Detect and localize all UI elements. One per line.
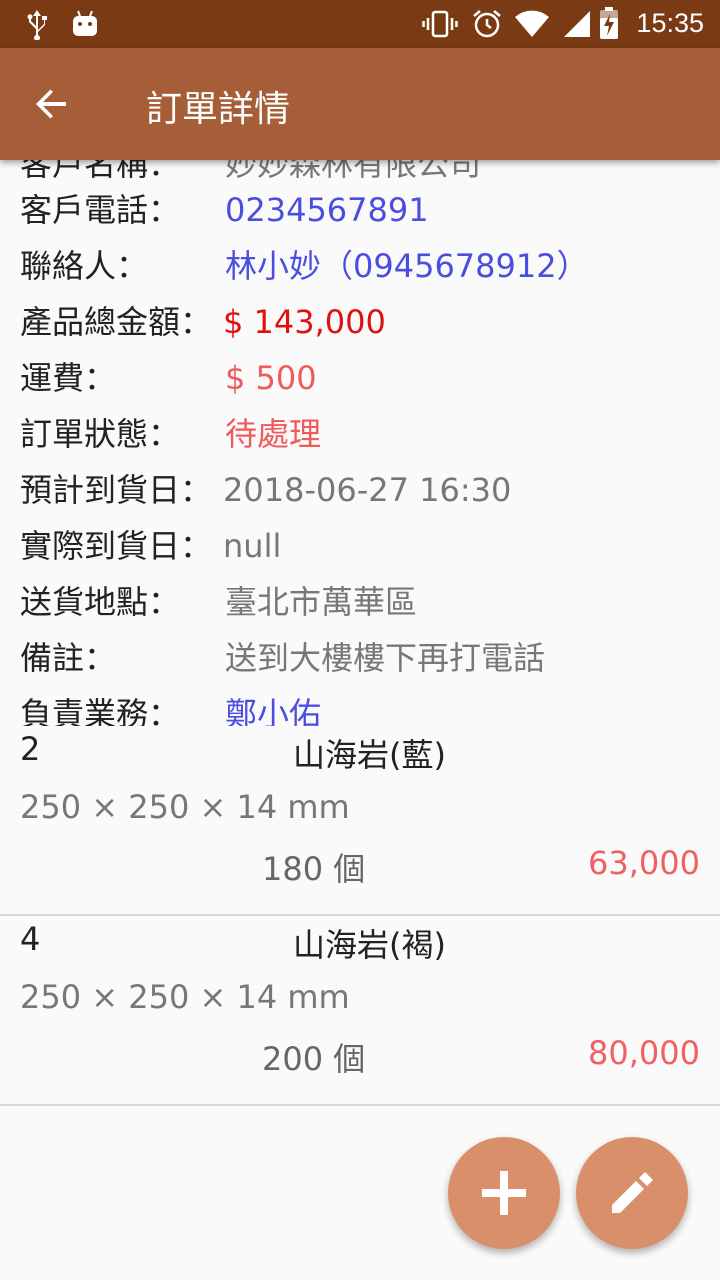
info-row-actual-delivery: 實際到貨日： null — [20, 518, 710, 574]
list-item[interactable]: 4 山海岩(褐) 250 × 250 × 14 mm 200 個 80,000 — [0, 916, 720, 1106]
info-value: 2018-06-27 16:30 — [223, 471, 512, 509]
info-label: 預計到貨日： — [20, 471, 213, 509]
info-label: 負責業務： — [20, 695, 181, 726]
android-debug-icon — [73, 10, 97, 36]
info-value: 待處理 — [225, 415, 322, 453]
add-button[interactable] — [448, 1137, 560, 1249]
content-scroll[interactable]: 客戶名稱： 妙妙森林有限公司 客戶電話： 0234567891 聯絡人： 林小妙… — [0, 160, 720, 1280]
item-name: 山海岩(藍) — [293, 736, 446, 774]
usb-icon — [27, 10, 47, 40]
item-count: 180 個 — [262, 850, 366, 888]
item-price: 63,000 — [588, 844, 700, 882]
info-label: 產品總金額： — [20, 303, 213, 341]
info-label: 運費： — [20, 359, 117, 397]
info-row-order-status: 訂單狀態： 待處理 — [20, 406, 710, 462]
info-row-product-total: 產品總金額： $ 143,000 — [20, 294, 710, 350]
info-value: 送到大樓樓下再打電話 — [225, 639, 546, 677]
info-row-expected-delivery: 預計到貨日： 2018-06-27 16:30 — [20, 462, 710, 518]
arrow-back-icon[interactable] — [26, 78, 78, 130]
item-spec: 250 × 250 × 14 mm — [20, 788, 350, 826]
vibrate-icon — [422, 10, 458, 38]
status-bar: 15:35 — [0, 0, 720, 48]
item-count: 200 個 — [262, 1040, 366, 1078]
info-row-delivery-location: 送貨地點： 臺北市萬華區 — [20, 574, 710, 630]
info-value[interactable]: 林小妙（0945678912） — [225, 238, 589, 294]
info-value: 臺北市萬華區 — [225, 583, 418, 621]
plus-icon — [482, 1171, 526, 1215]
item-name: 山海岩(褐) — [293, 926, 446, 964]
alarm-icon — [473, 10, 501, 38]
info-label: 實際到貨日： — [20, 527, 213, 565]
item-price: 80,000 — [588, 1034, 700, 1072]
info-row-customer-phone: 客戶電話： 0234567891 — [20, 182, 710, 238]
info-row-contact: 聯絡人： 林小妙（0945678912） — [20, 238, 710, 294]
edit-button[interactable] — [576, 1137, 688, 1249]
signal-icon — [564, 11, 590, 37]
info-label: 客戶電話： — [20, 191, 181, 229]
info-row-shipping-fee: 運費： $ 500 — [20, 350, 710, 406]
item-spec: 250 × 250 × 14 mm — [20, 978, 350, 1016]
item-qty: 2 — [20, 730, 41, 768]
page-title: 訂單詳情 — [146, 89, 291, 130]
info-label: 聯絡人： — [20, 247, 149, 285]
info-value: $ 143,000 — [223, 303, 386, 341]
status-time: 15:35 — [636, 8, 704, 38]
list-item[interactable]: 2 山海岩(藍) 250 × 250 × 14 mm 180 個 63,000 — [0, 726, 720, 916]
app-bar: 訂單詳情 — [0, 48, 720, 160]
info-label: 備註： — [20, 639, 117, 677]
pencil-icon — [612, 1172, 653, 1213]
order-info: 客戶名稱： 妙妙森林有限公司 客戶電話： 0234567891 聯絡人： 林小妙… — [0, 160, 720, 726]
info-value: $ 500 — [225, 359, 317, 397]
info-value[interactable]: 0234567891 — [225, 182, 429, 238]
item-qty: 4 — [20, 920, 41, 958]
info-row-salesperson: 負責業務： 鄭小佑 — [20, 686, 710, 726]
info-value: null — [223, 527, 282, 565]
info-label: 訂單狀態： — [20, 415, 181, 453]
info-label: 送貨地點： — [20, 583, 181, 621]
info-value[interactable]: 鄭小佑 — [225, 686, 321, 726]
info-row-remarks: 備註： 送到大樓樓下再打電話 — [20, 630, 710, 686]
wifi-icon — [515, 10, 549, 37]
battery-charging-icon — [600, 7, 618, 39]
